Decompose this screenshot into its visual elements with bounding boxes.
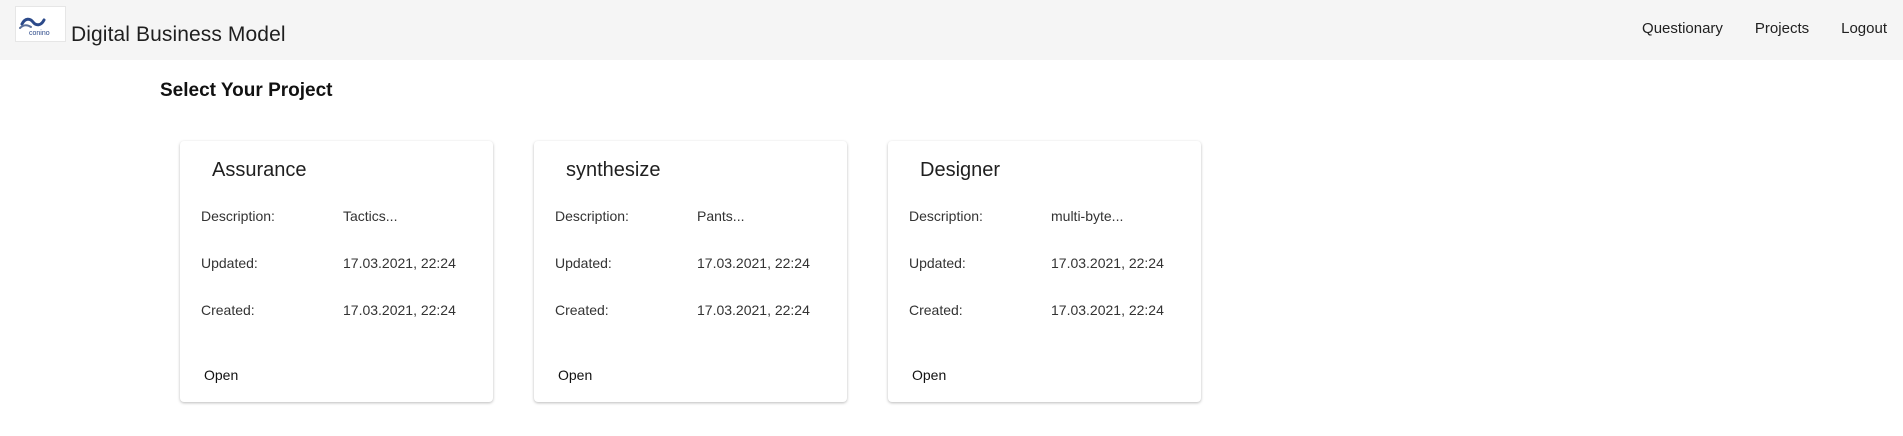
description-label: Description:: [555, 208, 629, 224]
open-project-button[interactable]: Open: [204, 367, 238, 383]
nav-questionary[interactable]: Questionary: [1642, 20, 1723, 38]
project-name: Assurance: [212, 159, 307, 181]
created-label: Created:: [555, 302, 609, 318]
description-value: Tactics...: [343, 208, 398, 224]
project-card: synthesize Description: Pants... Updated…: [534, 141, 847, 402]
description-value: Pants...: [697, 208, 745, 224]
project-name: Designer: [920, 159, 1001, 181]
project-card: Assurance Description: Tactics... Update…: [180, 141, 493, 402]
top-nav: Questionary Projects Logout: [1642, 20, 1887, 38]
created-value: 17.03.2021, 22:24: [697, 302, 810, 318]
created-label: Created:: [201, 302, 255, 318]
page-title: Select Your Project: [160, 80, 333, 101]
updated-label: Updated:: [555, 255, 612, 271]
description-value: multi-byte...: [1051, 208, 1124, 224]
updated-label: Updated:: [909, 255, 966, 271]
logo-mark-icon: conino: [19, 17, 50, 37]
project-card: Designer Description: multi-byte... Upda…: [888, 141, 1201, 402]
updated-value: 17.03.2021, 22:24: [697, 255, 810, 271]
project-name: synthesize: [566, 159, 661, 181]
created-value: 17.03.2021, 22:24: [343, 302, 456, 318]
updated-label: Updated:: [201, 255, 258, 271]
svg-text:conino: conino: [29, 30, 50, 37]
company-logo[interactable]: conino: [15, 6, 66, 42]
open-project-button[interactable]: Open: [912, 367, 946, 383]
created-value: 17.03.2021, 22:24: [1051, 302, 1164, 318]
top-app-bar: conino Digital Business Model Questionar…: [0, 0, 1903, 60]
created-label: Created:: [909, 302, 963, 318]
description-label: Description:: [909, 208, 983, 224]
updated-value: 17.03.2021, 22:24: [343, 255, 456, 271]
description-label: Description:: [201, 208, 275, 224]
updated-value: 17.03.2021, 22:24: [1051, 255, 1164, 271]
nav-projects[interactable]: Projects: [1755, 20, 1809, 38]
app-title: Digital Business Model: [71, 23, 286, 46]
nav-logout[interactable]: Logout: [1841, 20, 1887, 38]
open-project-button[interactable]: Open: [558, 367, 592, 383]
